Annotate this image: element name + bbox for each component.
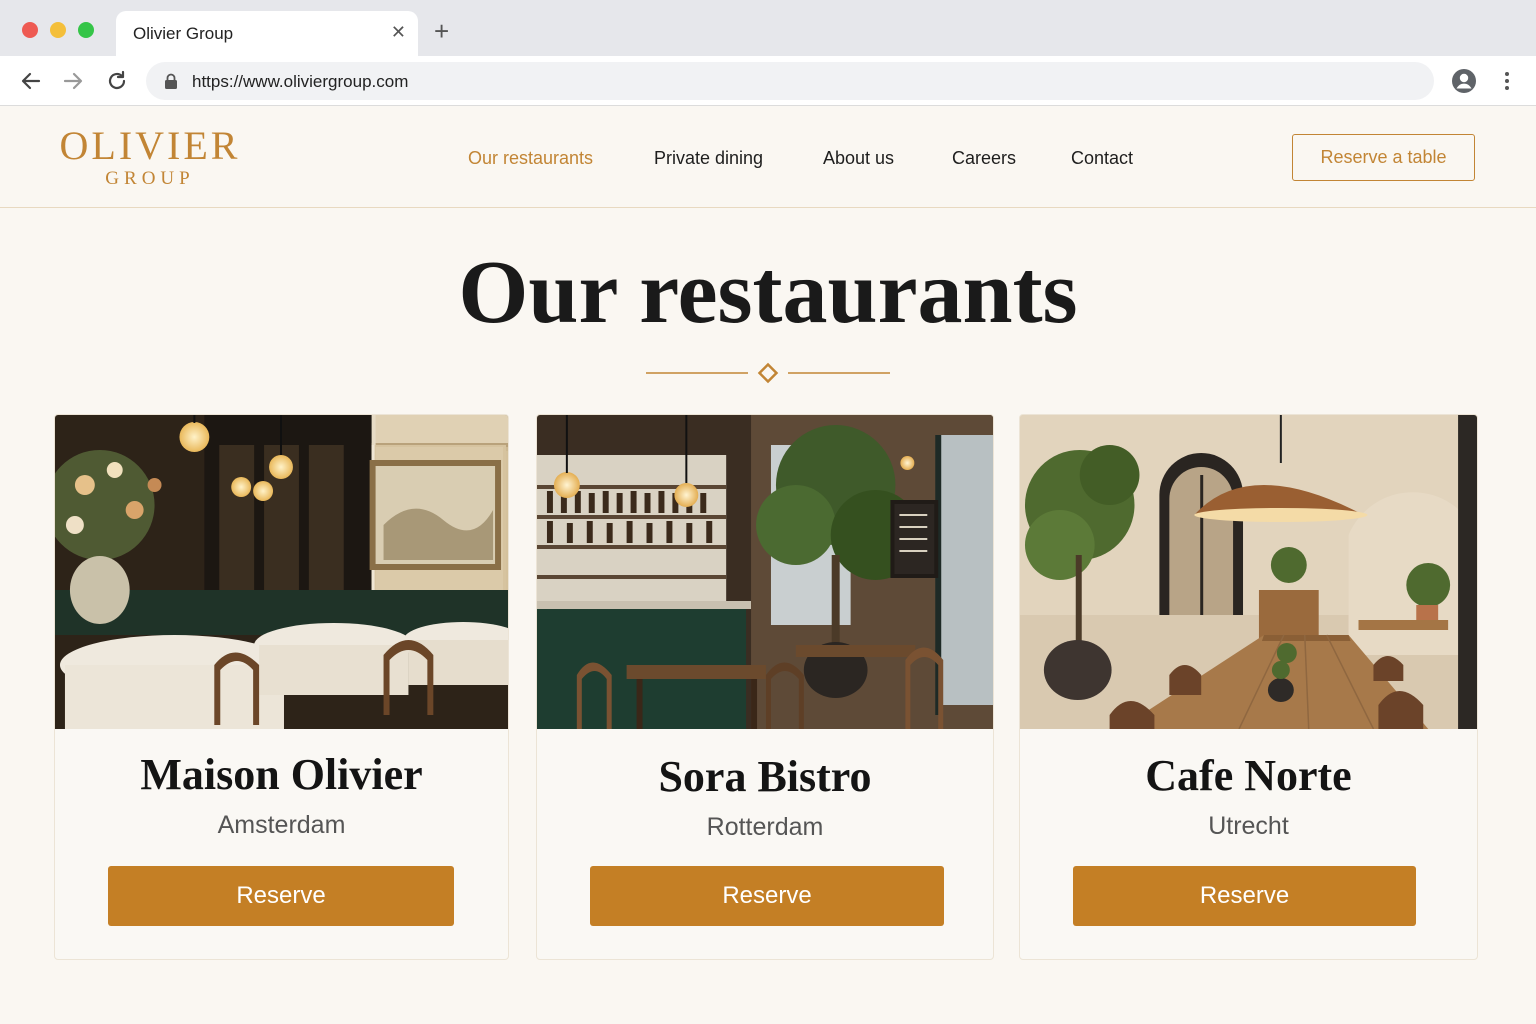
reserve-button-cafe-norte[interactable]: Reserve (1073, 866, 1416, 926)
browser-tab[interactable]: Olivier Group ✕ (116, 11, 418, 56)
lock-icon (165, 73, 177, 89)
restaurant-name: Cafe Norte (1145, 751, 1352, 800)
cafe-norte-photo (1020, 415, 1477, 729)
url-field[interactable]: https://www.oliviergroup.com (146, 62, 1434, 100)
restaurant-city: Rotterdam (706, 813, 824, 841)
restaurant-city: Amsterdam (217, 811, 346, 839)
back-icon[interactable] (19, 69, 43, 93)
restaurant-city: Utrecht (1208, 812, 1289, 840)
maison-olivier-photo (55, 415, 508, 729)
reserve-button-maison-olivier[interactable]: Reserve (108, 866, 454, 926)
reload-icon[interactable] (105, 69, 129, 93)
plus-icon[interactable]: + (434, 17, 449, 45)
close-icon[interactable]: ✕ (391, 22, 406, 42)
restaurant-card-maison-olivier: Maison Olivier Amsterdam Reserve (54, 414, 509, 960)
page-title: Our restaurants (458, 243, 1078, 342)
nav-careers[interactable]: Careers (952, 148, 1016, 169)
nav-about-us[interactable]: About us (823, 148, 894, 169)
minimize-window-button[interactable] (50, 22, 66, 38)
nav-private-dining[interactable]: Private dining (654, 148, 763, 169)
nav-contact[interactable]: Contact (1071, 148, 1133, 169)
restaurant-card-cafe-norte: Cafe Norte Utrecht Reserve (1019, 414, 1478, 960)
restaurant-name: Sora Bistro (658, 752, 872, 801)
nav-our-restaurants[interactable]: Our restaurants (468, 148, 593, 169)
restaurant-name: Maison Olivier (140, 750, 423, 799)
maximize-window-button[interactable] (78, 22, 94, 38)
address-bar: https://www.oliviergroup.com (0, 56, 1536, 106)
sora-bistro-photo (537, 415, 993, 729)
kebab-menu-icon[interactable] (1497, 69, 1517, 93)
close-window-button[interactable] (22, 22, 38, 38)
olivier-group-logo[interactable]: OLIVIER GROUP (54, 124, 246, 190)
site-header: OLIVIER GROUP Our restaurants Private di… (0, 106, 1536, 208)
logo-main-text: OLIVIER (59, 123, 241, 168)
reserve-a-table-button[interactable]: Reserve a table (1292, 134, 1475, 181)
restaurant-card-sora-bistro: Sora Bistro Rotterdam Reserve (536, 414, 994, 960)
tab-title: Olivier Group (133, 24, 234, 43)
ornament-divider (646, 362, 890, 384)
logo-sub-text: GROUP (105, 168, 195, 189)
profile-icon[interactable] (1451, 68, 1477, 94)
browser-tab-bar: Olivier Group ✕ + (0, 0, 1536, 56)
url-text: https://www.oliviergroup.com (192, 72, 409, 91)
reserve-button-sora-bistro[interactable]: Reserve (590, 866, 944, 926)
forward-icon[interactable] (61, 69, 85, 93)
